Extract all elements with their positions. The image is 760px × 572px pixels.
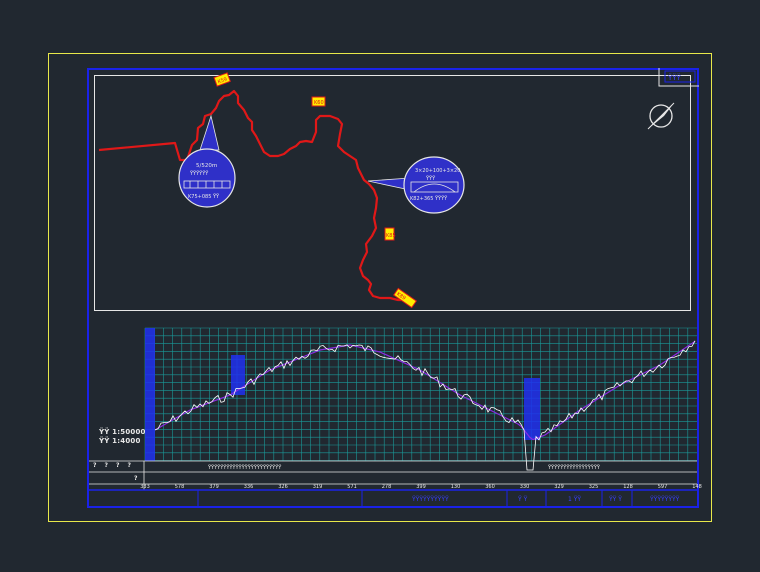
row-marks: ???? [93,462,139,469]
station-tick-label: 130 [451,484,461,490]
profile-grid [144,327,697,461]
station-tick-label: 319 [313,484,323,490]
station-tick-label: 336 [244,484,254,490]
marker-k89[interactable]: K89 [392,287,418,309]
station-tick-label: 330 [520,484,530,490]
row-mark: ? [93,462,105,469]
bridge-callout-left[interactable]: 5/520m ŸŸŸŸŸŸ K75+085 ŸŸ [178,114,236,208]
callout-text: K75+085 ŸŸ [188,193,220,200]
row-text: ŸŸŸŸŸŸŸŸŸŸŸŸŸŸŸŸŸ [547,464,601,471]
marker-k59[interactable]: K59 [213,72,231,87]
station-tick-label: 148 [692,484,702,490]
callout-text: 5/520m [196,163,217,169]
marker-label: K85 [386,233,396,239]
tb-value: ŸŸŸŸŸŸŸŸ [649,496,680,503]
route-line [98,89,404,302]
tb-value: 1 ŸŸ [568,496,581,503]
station-tick-label: 326 [278,484,288,490]
station-tick-label: 399 [416,484,426,490]
north-arrow-icon [647,102,675,130]
tb-label: Ÿ Ÿ [517,496,528,503]
bridge-callout-right[interactable]: 3×20+100+3×20 ŸŸŸ K82+365 ŸŸŸŸ [367,156,465,214]
scale-horizontal: ŸŸ 1:50000 [99,428,146,436]
station-tick-label: 597 [658,484,668,490]
row-mark: ? [127,462,139,469]
drawing-name: ŸŸŸŸŸŸŸŸŸŸ [411,496,449,503]
title-block: ŸŸŸŸŸŸŸŸŸŸ Ÿ Ÿ 1 ŸŸ ŸŸ Ÿ ŸŸŸŸŸŸŸŸ [89,489,697,506]
station-tick-label: 578 [175,484,185,490]
marker-k60[interactable]: K60 [311,96,326,107]
station-tick-label: 379 [209,484,219,490]
station-ticks: 333 578 379 336 326 319 571 278 399 130 360 330 329 3… [140,484,702,490]
callout-text: 3×20+100+3×20 [415,168,460,174]
row-text: ŸŸŸŸŸŸŸŸŸŸŸŸŸŸŸŸŸŸŸŸŸŸŸŸ [207,464,282,471]
station-tick-label: 333 [140,484,150,490]
callout-text: ŸŸŸ [425,175,436,182]
callout-text: K82+365 ŸŸŸŸ [410,195,448,202]
scale-vertical: ŸŸ 1:4000 [99,437,141,445]
callout-text: ŸŸŸŸŸŸ [189,170,209,177]
cad-drawing[interactable]: K59 K60 K85 K89 5/520m ŸŸŸŸŸŸ K75+085 ŸŸ [0,0,760,572]
station-tick-label: 325 [589,484,599,490]
station-tick-label: 278 [382,484,392,490]
route-markers: K59 K60 K85 K89 [213,72,418,309]
row-mark: ? [104,462,116,469]
row-mark: ? [115,462,128,469]
tb-label: ŸŸ Ÿ [608,496,622,503]
bridge-bars [145,328,540,461]
row-mark: ? [134,475,138,482]
station-tick-label: 360 [485,484,495,490]
station-tick-label: 571 [347,484,357,490]
station-tick-label: 128 [623,484,633,490]
station-tick-label: 329 [554,484,564,490]
marker-label: K60 [314,100,324,106]
marker-k85[interactable]: K85 [384,227,396,241]
